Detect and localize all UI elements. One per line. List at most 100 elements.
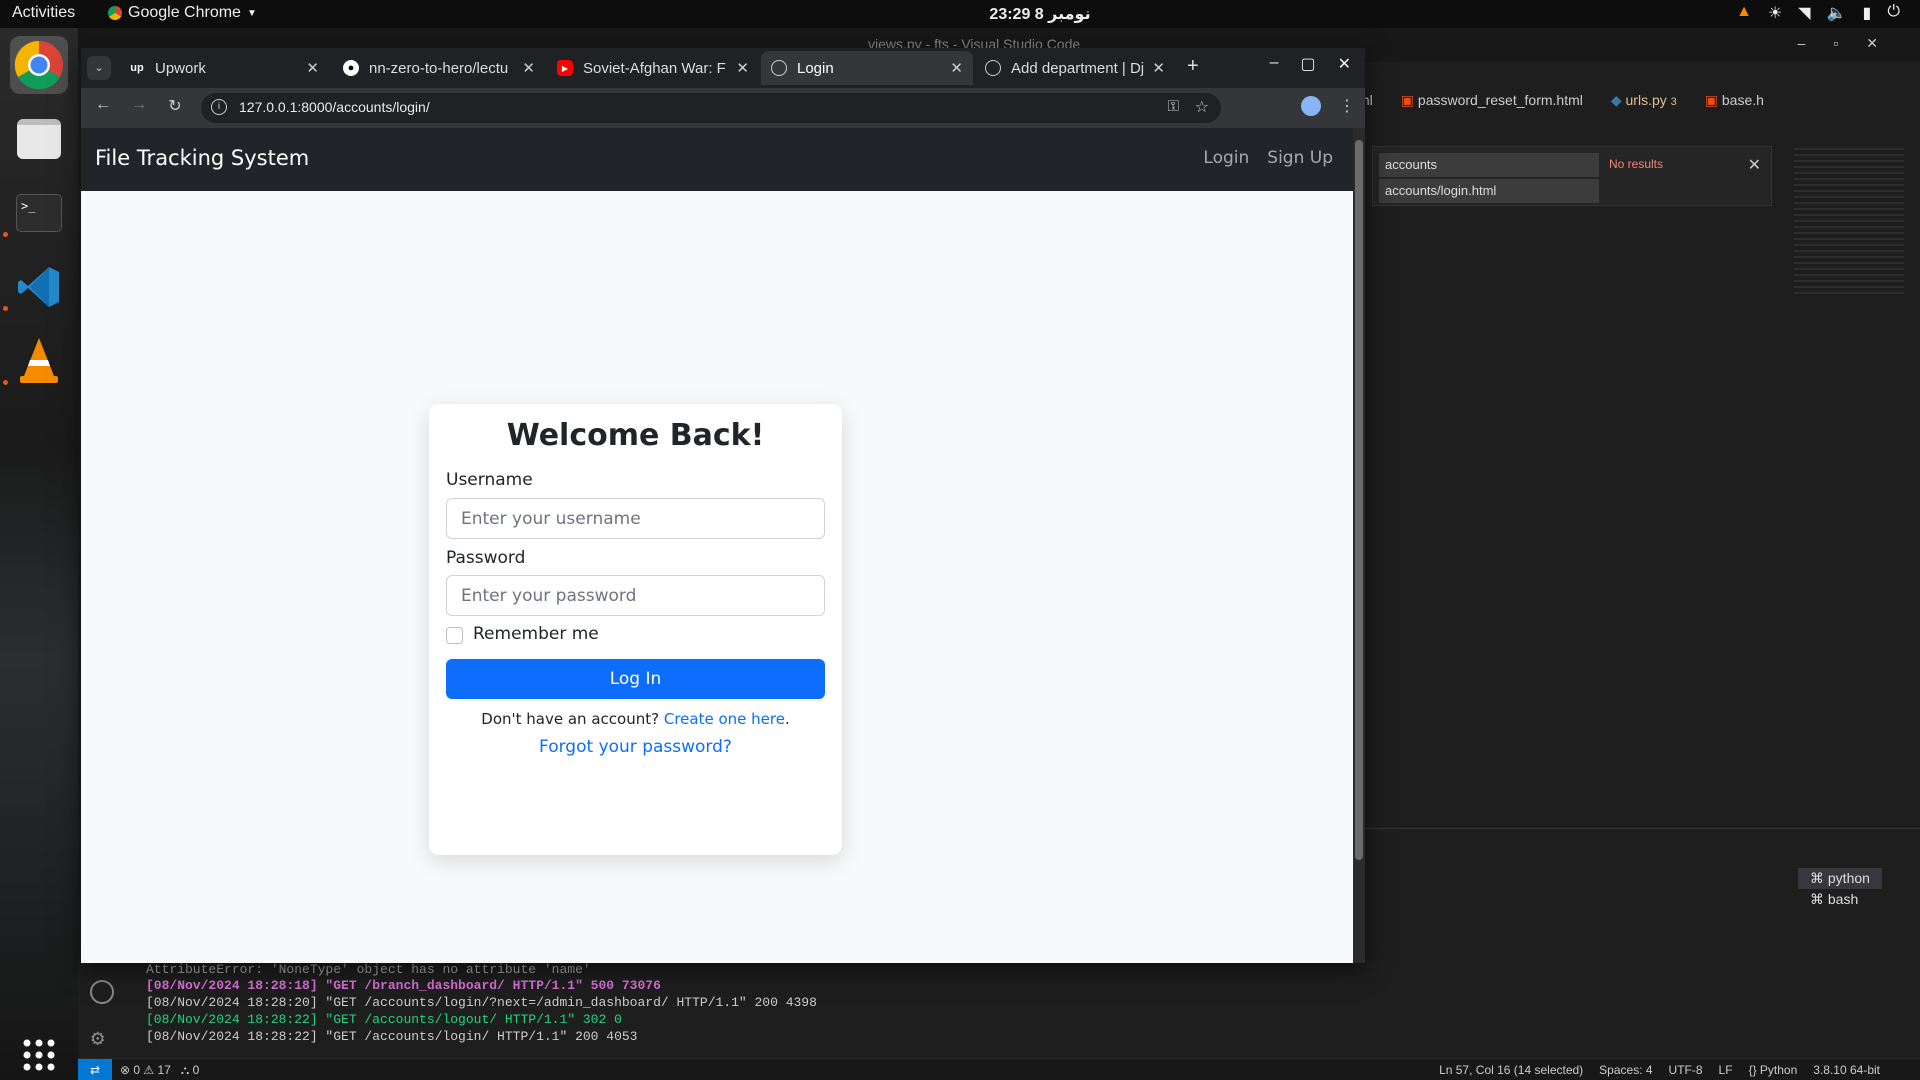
dock-terminal[interactable]: >_ (10, 184, 68, 242)
tab-login[interactable]: Login ✕ (761, 51, 973, 85)
chrome-icon (14, 40, 63, 90)
create-account-link[interactable]: Create one here (664, 710, 785, 728)
globe-icon (771, 60, 787, 76)
files-icon (17, 119, 61, 159)
close-tab-icon[interactable]: ✕ (1152, 59, 1165, 77)
tab-youtube[interactable]: ▶ Soviet-Afghan War: F ✕ (547, 51, 759, 85)
nav-signup-link[interactable]: Sign Up (1267, 148, 1333, 168)
window-controls: – ▢ ✕ (1270, 54, 1365, 74)
editor-tab[interactable]: ◆ urls.py 3 (1611, 92, 1677, 109)
password-input[interactable] (446, 575, 825, 616)
activities-button[interactable]: Activities (12, 4, 75, 22)
tab-github[interactable]: ● nn-zero-to-hero/lectu ✕ (333, 51, 545, 85)
editor-tab[interactable]: ▣ password_reset_form.html (1401, 92, 1583, 109)
vscode-statusbar: ⇄ ⊗ 0 ⚠ 17 ⛬ 0 Ln 57, Col 16 (14 selecte… (78, 1058, 1920, 1080)
page-scrollbar[interactable] (1353, 128, 1365, 963)
terminal-item[interactable]: ⌘ python (1798, 868, 1882, 889)
new-tab-button[interactable]: + (1187, 55, 1199, 78)
replace-input[interactable]: accounts/login.html (1379, 179, 1599, 203)
find-widget: accounts accounts/login.html No results … (1372, 146, 1772, 206)
cursor-position[interactable]: Ln 57, Col 16 (14 selected) (1439, 1063, 1583, 1077)
dock-files[interactable] (10, 110, 68, 168)
language-mode[interactable]: {} Python (1749, 1063, 1798, 1077)
find-close-icon[interactable]: ✕ (1748, 155, 1761, 175)
remote-indicator[interactable]: ⇄ (78, 1059, 112, 1080)
html-file-icon: ▣ (1400, 92, 1418, 108)
bookmark-star-icon[interactable]: ☆ (1195, 97, 1209, 117)
dock-chrome[interactable] (10, 36, 68, 94)
terminal-output[interactable]: AttributeError: 'NoneType' object has no… (78, 962, 1358, 1060)
show-apps-button[interactable] (12, 1028, 66, 1080)
close-tab-icon[interactable]: ✕ (522, 59, 535, 77)
tab-upwork[interactable]: up Upwork ✕ (119, 51, 329, 85)
vscode-icon (18, 267, 59, 307)
close-tab-icon[interactable]: ✕ (306, 59, 319, 77)
vscode-tabs[interactable]: ml ▣ password_reset_form.html ◆ urls.py … (1358, 92, 1764, 109)
remember-me-checkbox[interactable] (446, 627, 463, 644)
minimize-icon[interactable]: – (1270, 54, 1279, 74)
account-icon[interactable] (90, 980, 114, 1004)
find-result: No results (1609, 157, 1664, 171)
site-info-icon[interactable]: i (211, 99, 227, 115)
terminal-icon: ⌘ (1810, 870, 1828, 886)
url-text[interactable]: 127.0.0.1:8000/accounts/login/ (239, 99, 430, 115)
login-card: Welcome Back! Username Password Remember… (429, 404, 842, 855)
tab-title: Soviet-Afghan War: F (583, 59, 726, 77)
kebab-menu-icon[interactable]: ⋮ (1339, 96, 1355, 116)
address-bar[interactable]: i 127.0.0.1:8000/accounts/login/ ⚿ ☆ (201, 93, 1221, 123)
editor-tab[interactable]: ▣ base.h (1705, 92, 1764, 109)
terminal-list[interactable]: ⌘ python ⌘ bash (1798, 868, 1882, 910)
problems-count[interactable]: ⊗ 0 ⚠ 17 ⛬ 0 (120, 1063, 199, 1078)
find-input[interactable]: accounts (1379, 153, 1599, 177)
clock[interactable]: 23:29 8 نومبر (920, 4, 1160, 24)
password-key-icon[interactable]: ⚿ (1168, 98, 1179, 115)
indentation[interactable]: Spaces: 4 (1599, 1063, 1652, 1077)
nav-login-link[interactable]: Login (1203, 148, 1249, 168)
tab-search-button[interactable]: ⌄ (87, 56, 111, 80)
vlc-icon (20, 338, 58, 383)
profile-avatar[interactable] (1301, 96, 1321, 116)
encoding[interactable]: UTF-8 (1669, 1063, 1703, 1077)
battery-icon: ▮ (1862, 5, 1872, 22)
signup-prompt-text: Don't have an account? (481, 710, 660, 728)
maximize-icon[interactable]: ▢ (1300, 54, 1315, 74)
close-tab-icon[interactable]: ✕ (950, 59, 963, 77)
toolbar-actions: ⋮ (1301, 96, 1355, 116)
python-interpreter[interactable]: 3.8.10 64-bit (1813, 1063, 1880, 1077)
settings-gear-icon[interactable]: ⚙ (91, 1026, 104, 1052)
remember-me-label[interactable]: Remember me (473, 624, 599, 644)
window-controls[interactable]: –▫✕ (1798, 35, 1906, 52)
app-grid-icon (23, 1039, 55, 1071)
forward-icon[interactable]: → (127, 96, 151, 120)
youtube-icon: ▶ (557, 60, 573, 76)
forgot-password-link[interactable]: Forgot your password? (429, 737, 842, 757)
site-navbar: File Tracking System Login Sign Up (81, 128, 1353, 191)
vlc-tray-icon[interactable]: ▲ (1736, 3, 1752, 23)
tab-title: Upwork (155, 59, 206, 77)
dock-vscode[interactable] (10, 258, 68, 316)
dock-vlc[interactable] (10, 332, 68, 390)
html-file-icon: ▣ (1704, 92, 1722, 108)
username-input[interactable] (446, 498, 825, 539)
app-menu[interactable]: Google Chrome ▼ (108, 4, 257, 22)
chevron-down-icon: ▼ (246, 7, 257, 19)
brightness-icon: ☀ (1767, 5, 1783, 22)
github-icon: ● (343, 60, 359, 76)
login-button[interactable]: Log In (446, 659, 825, 699)
reload-icon[interactable]: ↻ (163, 96, 187, 120)
tab-title: nn-zero-to-hero/lectu (369, 59, 509, 77)
tab-add-department[interactable]: Add department | Dj ✕ (975, 51, 1175, 85)
signup-prompt: Don't have an account? Create one here. (429, 710, 842, 728)
back-icon[interactable]: ← (91, 96, 115, 120)
system-tray[interactable]: ▲ ☀ ◥ 🔈 ▮ ⏻ (1736, 3, 1900, 23)
globe-icon (985, 60, 1001, 76)
minimap[interactable] (1794, 148, 1904, 298)
terminal-item[interactable]: ⌘ bash (1798, 889, 1882, 910)
line-ending[interactable]: LF (1719, 1063, 1733, 1077)
site-brand[interactable]: File Tracking System (95, 146, 309, 170)
close-tab-icon[interactable]: ✕ (736, 59, 749, 77)
dock: >_ (0, 28, 78, 1080)
password-label: Password (446, 548, 526, 568)
scrollbar-thumb[interactable] (1355, 140, 1363, 860)
close-window-icon[interactable]: ✕ (1338, 54, 1351, 74)
